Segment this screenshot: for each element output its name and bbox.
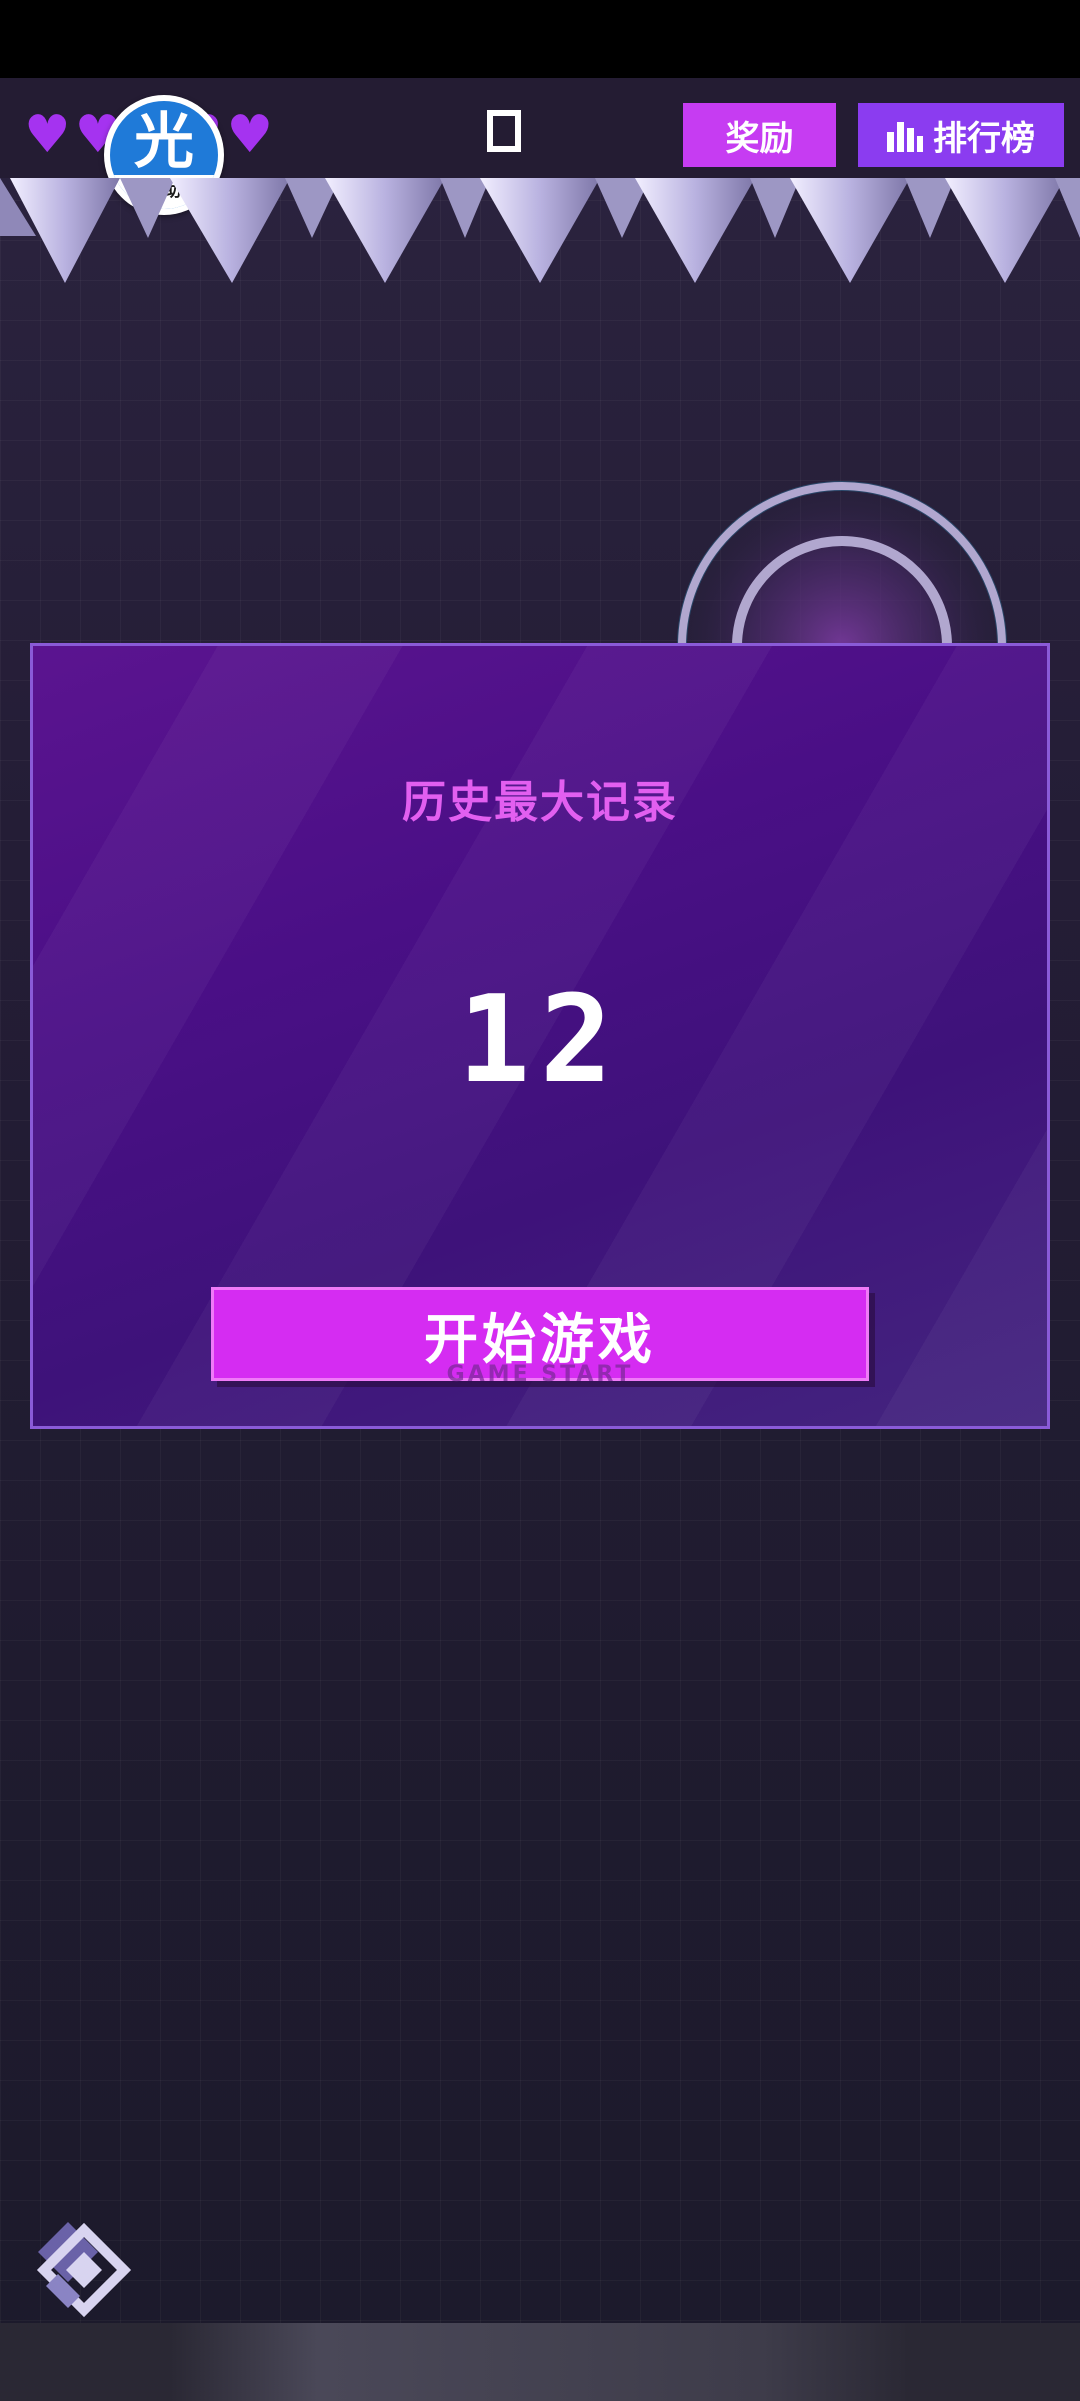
reward-label: 奖励 [725, 118, 794, 159]
game-logo-icon[interactable] [28, 2212, 140, 2324]
record-value: 12 [457, 971, 623, 1110]
start-game-subtitle: GAME START [446, 1362, 634, 1387]
spike-row [0, 178, 1080, 283]
pause-icon[interactable] [487, 110, 521, 152]
gesture-bar[interactable] [170, 2323, 910, 2401]
leaderboard-label: 排行榜 [933, 118, 1035, 159]
record-panel: 历史最大记录 12 开始游戏 GAME START [30, 643, 1050, 1429]
helper-glyph: 光 [134, 107, 194, 177]
spike-icon [0, 178, 1080, 283]
heart-icon: ♥ [226, 105, 274, 165]
reward-button[interactable]: 奖励 [683, 103, 836, 167]
bar-chart-icon [887, 122, 923, 152]
heart-icon: ♥ [24, 105, 71, 165]
record-title: 历史最大记录 [402, 777, 678, 828]
navigation-bar [0, 2323, 1080, 2401]
leaderboard-button[interactable]: 排行榜 [858, 103, 1064, 167]
status-bar [0, 0, 1080, 78]
